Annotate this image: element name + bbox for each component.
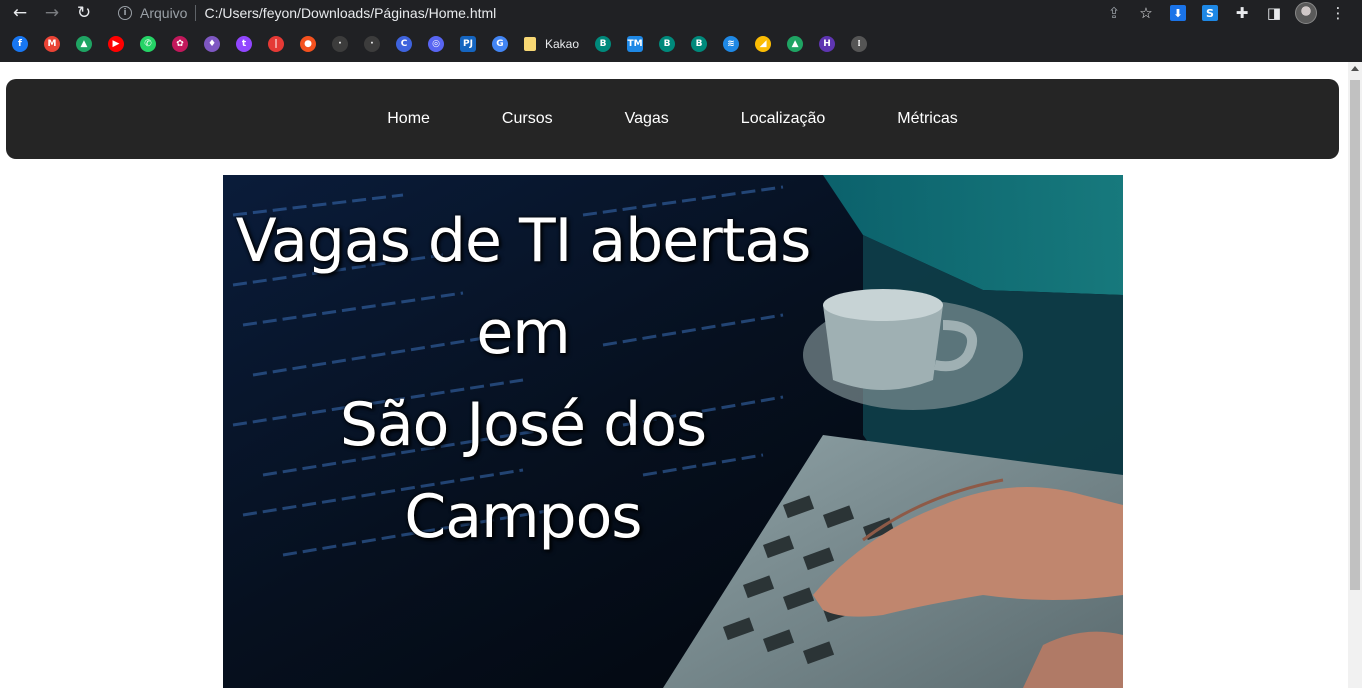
scroll-thumb[interactable] — [1350, 80, 1360, 590]
url-text[interactable]: C:/Users/feyon/Downloads/Páginas/Home.ht… — [204, 5, 496, 21]
bookmark-canva-icon[interactable]: C — [396, 36, 412, 52]
s-extension-icon[interactable]: S — [1194, 1, 1226, 25]
hero-banner: Vagas de TI abertas em São José dos Campos — [223, 175, 1123, 688]
bookmark-h-app-icon[interactable]: H — [819, 36, 836, 52]
star-icon[interactable]: ☆ — [1130, 1, 1162, 25]
reload-button[interactable]: ↻ — [68, 1, 100, 25]
bookmark-cisco-icon[interactable]: ⁞ — [851, 36, 868, 52]
info-icon[interactable]: i — [118, 6, 132, 20]
profile-avatar[interactable] — [1290, 1, 1322, 25]
bookmark-translate-icon[interactable]: G — [492, 36, 508, 52]
browser-chrome: ← → ↻ i Arquivo C:/Users/feyon/Downloads… — [0, 0, 1362, 62]
bookmark-orange-app-icon[interactable]: ● — [300, 36, 316, 52]
nav-link-cursos[interactable]: Cursos — [502, 110, 553, 128]
bookmark-dark-app-2-icon[interactable]: · — [364, 36, 380, 52]
bookmark-dark-app-1-icon[interactable]: · — [332, 36, 348, 52]
bookmark-youtube-icon[interactable]: ▶ — [108, 36, 124, 52]
bookmark-b-app-2-icon[interactable]: B — [659, 36, 676, 52]
page-scrollbar[interactable] — [1348, 62, 1362, 688]
nav-link-home[interactable]: Home — [387, 110, 430, 128]
bookmarks-bar: f M ▲ ▶ ✆ ✿ ♦ t | ● · · C ◎ PJ G Kakao B TM B B ≋ ◢ ▲ H ⁞ — [0, 30, 1362, 58]
bookmark-b-app-1-icon[interactable]: B — [595, 36, 612, 52]
bookmark-b-app-3-icon[interactable]: B — [691, 36, 708, 52]
bookmark-pj-app-icon[interactable]: PJ — [460, 36, 476, 52]
bookmark-crystal-icon[interactable]: ♦ — [204, 36, 220, 52]
download-extension-icon[interactable]: ⬇ — [1162, 1, 1194, 25]
side-panel-icon[interactable]: ◨ — [1258, 1, 1290, 25]
share-icon[interactable]: ⇪ — [1098, 1, 1130, 25]
bookmark-gmail-icon[interactable]: M — [44, 36, 60, 52]
scroll-up-icon[interactable] — [1351, 66, 1359, 71]
bookmark-facebook-icon[interactable]: f — [12, 36, 28, 52]
bookmark-layers-app-icon[interactable]: ≋ — [723, 36, 740, 52]
nav-link-localizacao[interactable]: Localização — [741, 110, 826, 128]
bookmark-red-app-icon[interactable]: | — [268, 36, 284, 52]
toolbar-actions: ⇪ ☆ ⬇ S ✚ ◨ ⋮ — [1098, 1, 1354, 25]
hero-headline-line: Vagas de TI abertas — [235, 206, 812, 276]
scheme-label: Arquivo — [140, 5, 188, 21]
bookmark-twitch-icon[interactable]: t — [236, 36, 252, 52]
hero-headline-line: São José dos — [339, 390, 707, 460]
menu-icon[interactable]: ⋮ — [1322, 1, 1354, 25]
bookmark-label: Kakao — [545, 37, 580, 51]
address-bar[interactable]: i Arquivo C:/Users/feyon/Downloads/Págin… — [104, 1, 1098, 25]
nav-link-vagas[interactable]: Vagas — [625, 110, 669, 128]
bookmark-game-icon[interactable]: ✿ — [172, 36, 188, 52]
page-viewport: Home Cursos Vagas Localização Métricas V… — [0, 62, 1362, 688]
hero-headline: Vagas de TI abertas em São José dos Campos — [223, 195, 823, 563]
address-separator — [195, 5, 197, 21]
bookmark-kakao[interactable]: Kakao — [524, 37, 579, 51]
back-button[interactable]: ← — [4, 1, 36, 25]
nav-link-metricas[interactable]: Métricas — [897, 110, 957, 128]
forward-button[interactable]: → — [36, 1, 68, 25]
hero-headline-line: Campos — [404, 482, 642, 552]
browser-toolbar: ← → ↻ i Arquivo C:/Users/feyon/Downloads… — [0, 0, 1362, 26]
bookmark-whatsapp-icon[interactable]: ✆ — [140, 36, 156, 52]
hero-headline-line: em — [476, 298, 570, 368]
bookmark-ads-app-icon[interactable]: ◢ — [755, 36, 772, 52]
extensions-icon[interactable]: ✚ — [1226, 1, 1258, 25]
bookmark-drive-2-icon[interactable]: ▲ — [787, 36, 804, 52]
bookmark-drive-icon[interactable]: ▲ — [76, 36, 92, 52]
bookmark-tm-app-icon[interactable]: TM — [627, 36, 644, 52]
bookmark-page-icon — [524, 37, 536, 51]
site-navigation: Home Cursos Vagas Localização Métricas — [6, 79, 1339, 159]
bookmark-discord-icon[interactable]: ◎ — [428, 36, 444, 52]
